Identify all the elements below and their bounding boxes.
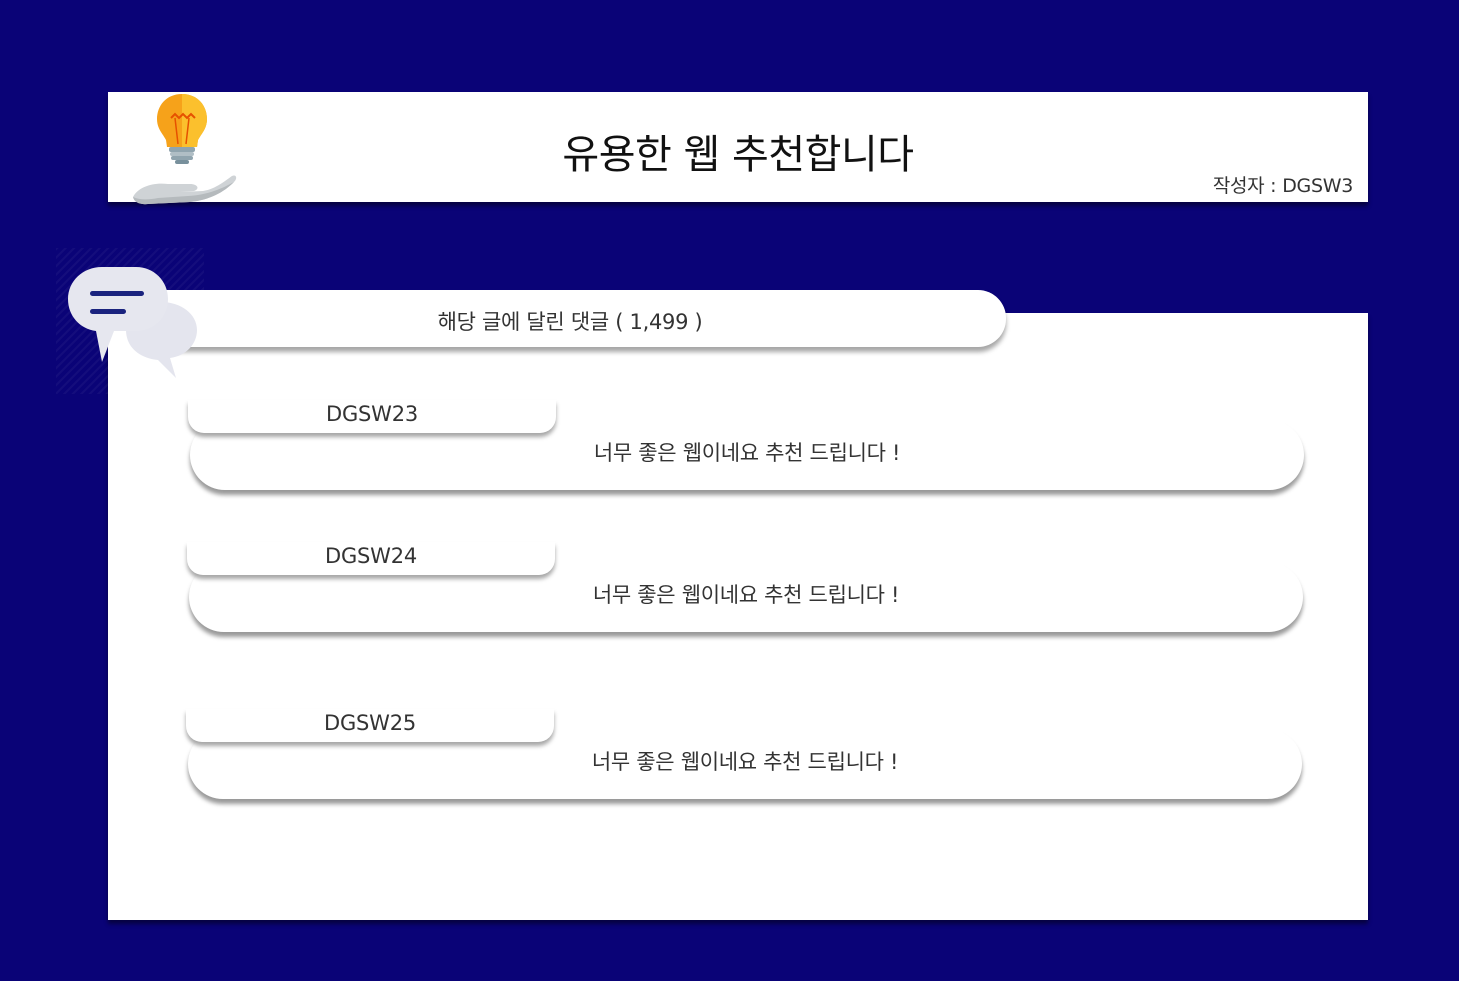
comment-author: DGSW23: [325, 402, 419, 426]
post-title: 유용한 웹 추천합니다: [562, 132, 914, 178]
author-label: 작성자 :: [1212, 175, 1277, 197]
comment-item: 너무 좋은 웹이네요 추천 드립니다 ! DGSW25: [186, 709, 1302, 799]
comment-item: 너무 좋은 웹이네요 추천 드립니다 ! DGSW24: [187, 542, 1303, 632]
comment-author: DGSW24: [324, 544, 418, 568]
author-name: DGSW3: [1282, 175, 1353, 197]
comment-text: 너무 좋은 웹이네요 추천 드립니다 !: [591, 750, 899, 774]
comment-item: 너무 좋은 웹이네요 추천 드립니다 ! DGSW23: [188, 400, 1304, 490]
comment-count-header: 해당 글에 달린 댓글 ( 1,499 ): [160, 290, 1006, 347]
post-author: 작성자 : DGSW3: [1213, 171, 1353, 198]
comment-count-label: 해당 글에 달린 댓글 ( 1,499 ): [437, 310, 703, 334]
comment-text: 너무 좋은 웹이네요 추천 드립니다 !: [593, 441, 901, 465]
comment-text: 너무 좋은 웹이네요 추천 드립니다 !: [592, 583, 900, 607]
comment-author-tag: DGSW25: [186, 709, 554, 742]
chat-bubbles-icon: [68, 267, 197, 378]
comment-author-tag: DGSW23: [188, 400, 556, 433]
comment-author-tag: DGSW24: [187, 542, 555, 575]
comment-author: DGSW25: [323, 711, 417, 735]
post-header: 유용한 웹 추천합니다 작성자 : DGSW3: [108, 92, 1368, 205]
